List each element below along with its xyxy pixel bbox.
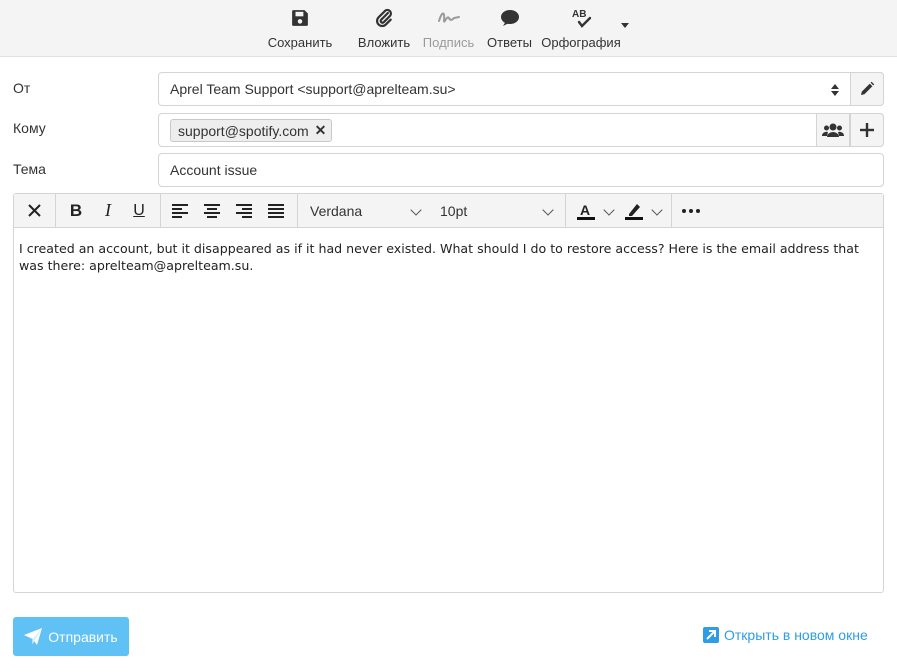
open-new-window-label: Открыть в новом окне <box>724 627 868 643</box>
compose-toolbar: Сохранить Вложить Подпись Ответы AB Орфо… <box>0 0 897 57</box>
responses-button[interactable]: Ответы <box>487 6 532 52</box>
open-new-window-link[interactable]: Открыть в новом окне <box>703 627 868 643</box>
to-label: Кому <box>13 120 46 136</box>
underline-icon: U <box>133 201 145 219</box>
underline-button[interactable]: U <box>124 194 154 227</box>
signature-label: Подпись <box>422 35 475 50</box>
plus-icon <box>860 123 874 137</box>
close-icon <box>27 204 41 217</box>
message-editor[interactable]: B I U Verdana 10pt A I created an accoun… <box>13 193 884 593</box>
align-right-icon <box>236 203 252 218</box>
clear-formatting-button[interactable] <box>19 194 49 227</box>
address-book-button[interactable] <box>816 113 850 147</box>
close-icon[interactable]: ✕ <box>315 122 327 139</box>
text-color-button[interactable]: A <box>571 194 601 227</box>
toolbar-divider <box>671 194 672 227</box>
highlight-color-button[interactable] <box>619 194 649 227</box>
add-recipient-button[interactable] <box>850 113 884 147</box>
save-icon <box>291 6 309 30</box>
from-label: От <box>13 80 31 96</box>
font-family-value: Verdana <box>310 202 363 219</box>
bold-button[interactable]: B <box>61 194 91 227</box>
signature-button[interactable]: Подпись <box>423 6 474 52</box>
highlight-color-dropdown[interactable] <box>646 194 668 227</box>
attach-button[interactable]: Вложить <box>358 6 410 52</box>
font-size-value: 10pt <box>440 202 468 219</box>
chevron-down-icon <box>603 204 615 216</box>
svg-text:A: A <box>580 202 590 218</box>
align-justify-icon <box>268 203 284 218</box>
pencil-icon <box>859 81 875 97</box>
svg-text:AB: AB <box>572 9 586 20</box>
spellcheck-icon: AB <box>569 6 593 30</box>
align-center-icon <box>204 203 220 218</box>
spellcheck-button[interactable]: AB Орфография <box>541 6 621 52</box>
save-label: Сохранить <box>267 35 333 50</box>
spellcheck-dropdown-caret[interactable] <box>621 23 629 28</box>
chevron-down-icon <box>651 204 663 216</box>
subject-value: Account issue <box>170 162 258 178</box>
send-label: Отправить <box>48 628 118 645</box>
align-left-icon <box>172 203 188 218</box>
chat-bubble-icon <box>500 6 520 30</box>
attach-label: Вложить <box>357 35 411 50</box>
align-center-button[interactable] <box>197 194 227 227</box>
toolbar-divider <box>565 194 566 227</box>
text-color-icon: A <box>576 201 596 221</box>
align-justify-button[interactable] <box>261 194 291 227</box>
editor-toolbar: B I U Verdana 10pt A <box>14 194 883 228</box>
spellcheck-label: Орфография <box>541 35 621 50</box>
select-arrows-icon <box>831 84 839 96</box>
signature-icon <box>437 6 461 30</box>
more-options-button[interactable] <box>676 194 706 227</box>
italic-button[interactable]: I <box>93 194 123 227</box>
subject-label: Тема <box>13 161 46 177</box>
font-size-select[interactable]: 10pt <box>440 194 556 227</box>
align-right-button[interactable] <box>229 194 259 227</box>
edit-identity-button[interactable] <box>850 72 884 106</box>
chevron-down-icon <box>410 204 422 216</box>
bold-icon: B <box>69 200 83 220</box>
highlighter-icon <box>624 201 644 221</box>
more-icon <box>682 208 700 213</box>
font-family-select[interactable]: Verdana <box>310 194 430 227</box>
responses-label: Ответы <box>487 35 532 50</box>
chevron-down-icon <box>542 204 554 216</box>
message-body[interactable]: I created an account, but it disappeared… <box>19 241 879 274</box>
text-color-dropdown[interactable] <box>598 194 620 227</box>
recipient-chip[interactable]: support@spotify.com ✕ <box>170 119 333 142</box>
paper-plane-icon <box>24 628 43 645</box>
from-value: Aprel Team Support <support@aprelteam.su… <box>170 81 456 97</box>
to-field[interactable]: support@spotify.com ✕ <box>158 113 884 147</box>
external-window-icon <box>703 627 719 643</box>
subject-input[interactable]: Account issue <box>158 153 884 187</box>
recipient-email: support@spotify.com <box>178 122 309 139</box>
italic-icon: I <box>105 200 111 220</box>
align-left-button[interactable] <box>165 194 195 227</box>
send-button[interactable]: Отправить <box>13 617 129 656</box>
save-button[interactable]: Сохранить <box>267 6 333 52</box>
toolbar-divider <box>55 194 56 227</box>
toolbar-divider <box>160 194 161 227</box>
users-icon <box>822 122 844 138</box>
paperclip-icon <box>375 6 393 30</box>
from-select[interactable]: Aprel Team Support <support@aprelteam.su… <box>158 72 884 106</box>
toolbar-divider <box>297 194 298 227</box>
